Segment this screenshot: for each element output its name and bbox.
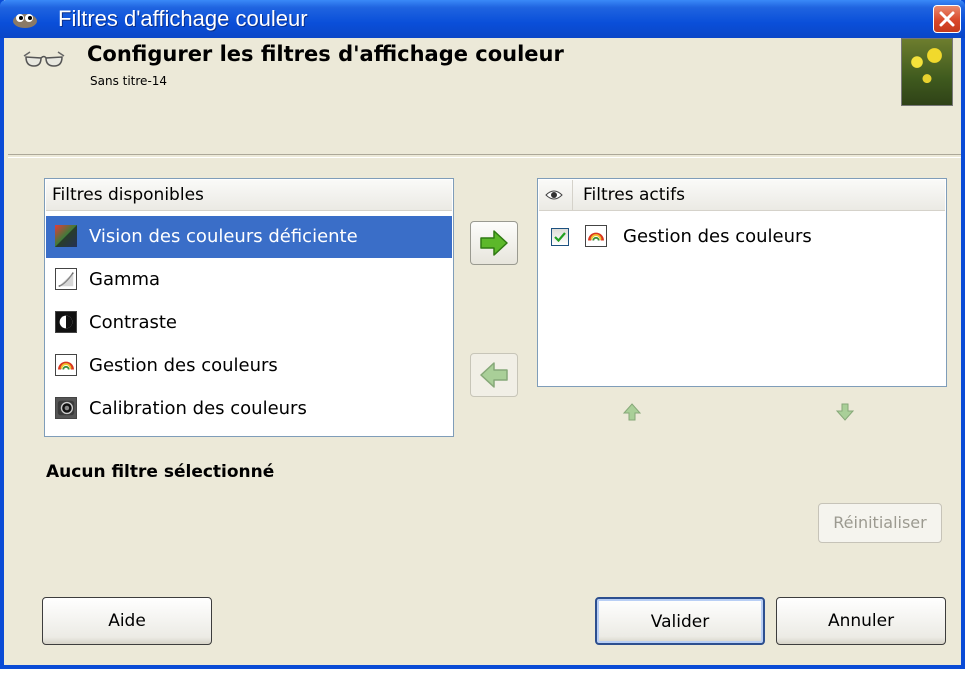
color-calibration-icon [55,397,77,419]
arrow-left-icon [480,362,508,388]
available-filters-list[interactable]: Filtres disponibles Vision des couleurs … [44,178,454,437]
list-item[interactable]: Vision des couleurs déficiente [46,216,452,258]
close-button[interactable] [933,5,961,33]
help-button[interactable]: Aide [42,597,212,645]
move-down-icon[interactable] [834,401,856,423]
gamma-icon [55,268,77,290]
color-management-icon [585,225,607,247]
active-filters-header[interactable]: Filtres actifs [539,180,945,211]
list-item-label: Gestion des couleurs [623,226,812,247]
cancel-button[interactable]: Annuler [776,597,946,645]
active-filters-header-label: Filtres actifs [583,185,685,205]
list-item[interactable]: Gestion des couleurs [46,345,452,387]
selected-filter-status: Aucun filtre sélectionné [46,462,275,482]
window-title: Filtres d'affichage couleur [58,6,308,31]
list-item-label: Gamma [89,269,161,290]
list-item-label: Vision des couleurs déficiente [89,226,358,247]
available-filters-header[interactable]: Filtres disponibles [46,180,452,211]
move-up-icon[interactable] [621,401,643,423]
header-column-divider [572,180,573,210]
ok-button[interactable]: Valider [595,597,765,645]
header-divider [8,154,961,158]
glasses-icon [23,51,65,67]
gimp-wilber-icon [13,14,37,28]
image-name: Sans titre-14 [90,74,168,88]
list-item-label: Gestion des couleurs [89,355,278,376]
list-item[interactable]: Calibration des couleurs [46,388,452,430]
color-management-icon [55,354,77,376]
list-item[interactable]: Gestion des couleurs [539,216,945,258]
checkmark-icon [554,232,566,243]
close-icon [939,11,955,27]
list-item-label: Contraste [89,312,177,333]
reset-button[interactable]: Réinitialiser [818,503,942,543]
arrow-right-icon [480,230,508,256]
add-filter-button[interactable] [470,221,518,265]
color-deficient-vision-icon [55,225,77,247]
contrast-icon [55,311,77,333]
filter-enabled-checkbox[interactable] [551,228,569,246]
remove-filter-button[interactable] [470,353,518,397]
available-filters-header-label: Filtres disponibles [52,185,204,205]
list-item-label: Calibration des couleurs [89,398,307,419]
dialog-heading: Configurer les filtres d'affichage coule… [87,42,564,66]
dialog-window: Filtres d'affichage couleur Configurer l… [0,0,965,669]
active-filters-list[interactable]: Filtres actifs Gestion des couleurs [537,178,947,387]
image-thumbnail [901,38,953,106]
list-item[interactable]: Contraste [46,302,452,344]
eye-icon [545,190,563,200]
list-item[interactable]: Gamma [46,259,452,301]
title-bar[interactable]: Filtres d'affichage couleur [0,0,965,38]
